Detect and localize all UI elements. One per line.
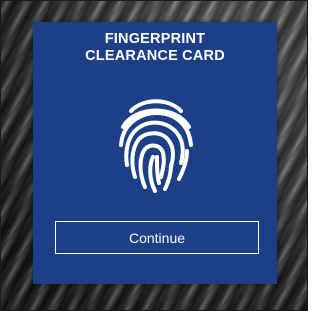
card-title-line-1: FINGERPRINT xyxy=(104,31,206,47)
screen-background: FINGERPRINT CLEARANCE CARD Continue xyxy=(0,0,308,311)
card-title: FINGERPRINT CLEARANCE CARD xyxy=(33,31,277,65)
card-title-line-2: CLEARANCE CARD xyxy=(85,48,225,64)
continue-button[interactable]: Continue xyxy=(55,221,259,254)
fingerprint-icon xyxy=(119,99,193,193)
fingerprint-clearance-card: FINGERPRINT CLEARANCE CARD Continue xyxy=(33,22,277,284)
